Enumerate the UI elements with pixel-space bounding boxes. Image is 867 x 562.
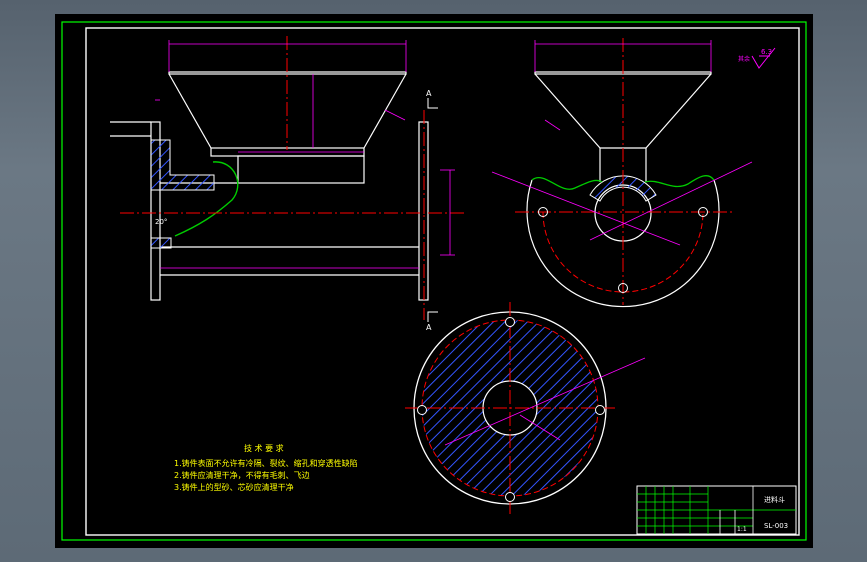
end-view-dimensions xyxy=(491,40,753,246)
title-block-part-name: 进料斗 xyxy=(764,495,785,504)
cad-drawing-viewport[interactable]: A A 20° 其余 6.3 技 术 要 求 1.铸件表面不允许有冷隔、裂纹、缩… xyxy=(55,14,813,548)
section-label-top: A xyxy=(426,89,432,98)
roughness-value: 6.3 xyxy=(761,48,772,56)
section-label-bottom: A xyxy=(426,323,432,332)
technical-requirements: 技 术 要 求 1.铸件表面不允许有冷隔、裂纹、缩孔和穿透性缺陷 2.铸件应清理… xyxy=(174,443,358,492)
title-block-scale: 1:1 xyxy=(737,526,747,533)
title-block-drawing-number: SL-003 xyxy=(764,522,788,530)
top-view xyxy=(405,302,646,514)
end-view-centerlines xyxy=(515,38,732,305)
end-view-break-left xyxy=(531,177,603,190)
angle-label: 20° xyxy=(155,218,167,226)
break-line-curve xyxy=(174,161,239,237)
tech-req-line-3: 3.铸件上的型砂、芯砂应清理干净 xyxy=(174,482,294,492)
roughness-note: 其余 xyxy=(738,55,750,63)
tech-req-title: 技 术 要 求 xyxy=(244,443,284,453)
tech-req-line-1: 1.铸件表面不允许有冷隔、裂纹、缩孔和穿透性缺陷 xyxy=(174,458,358,468)
tech-req-line-2: 2.铸件应清理干净，不得有毛刺、飞边 xyxy=(174,470,310,480)
drawing-canvas: A A 20° 其余 6.3 技 术 要 求 1.铸件表面不允许有冷隔、裂纹、缩… xyxy=(61,21,807,541)
title-block: 进料斗 SL-003 1:1 xyxy=(636,485,797,535)
roughness-symbol: 其余 6.3 xyxy=(738,47,776,69)
section-markers: A A 20° xyxy=(155,89,438,332)
